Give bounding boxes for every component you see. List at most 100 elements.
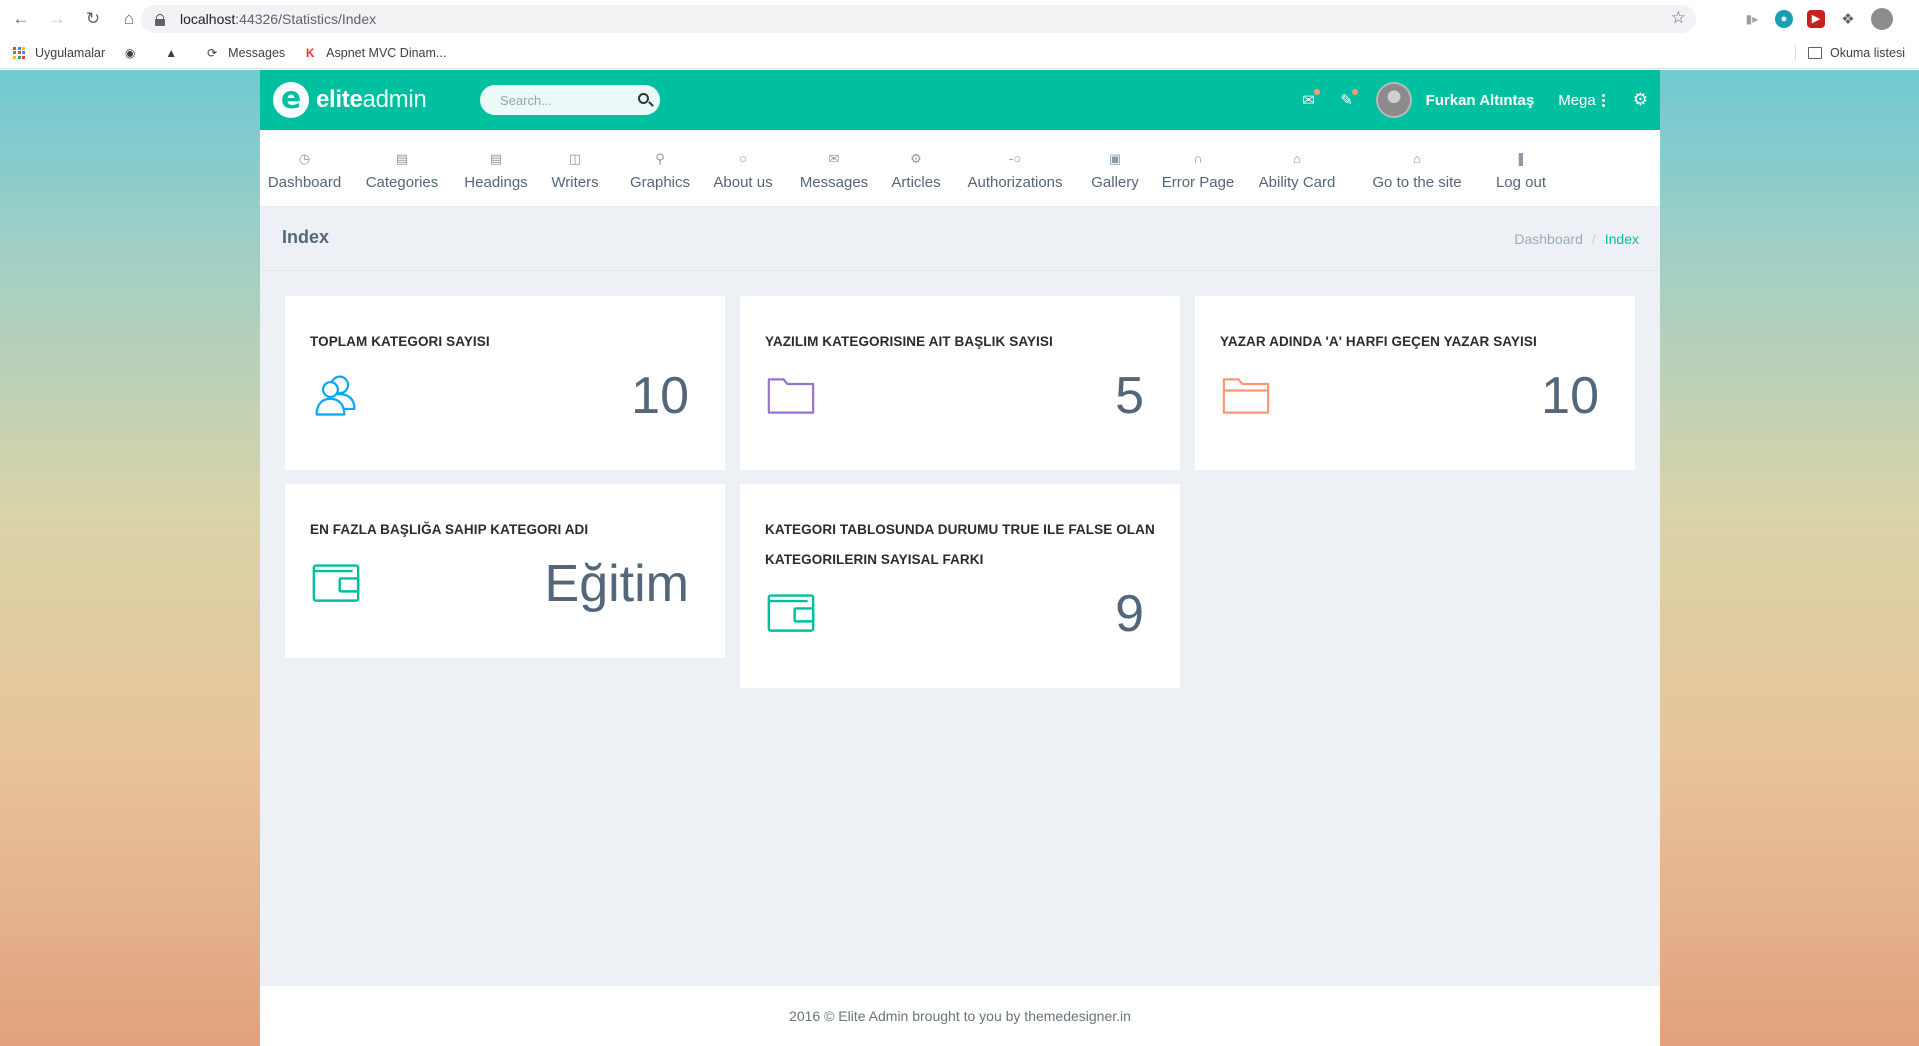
reading-list-icon <box>1807 47 1822 59</box>
top-navbar: e eliteadmin Search... ✉ ✎ Furkan Altınt… <box>260 70 1660 130</box>
logo-text: eliteadmin <box>316 86 427 114</box>
wallet-icon <box>312 564 360 602</box>
breadcrumb-separator: / <box>1591 231 1596 247</box>
logo-text-light: admin <box>362 86 427 113</box>
notification-dot <box>1313 89 1320 95</box>
menu-label: Log out <box>1495 174 1547 191</box>
forward-arrow-icon[interactable]: → <box>42 4 72 34</box>
menu-label: Graphics <box>629 174 691 191</box>
bookmark-label: Uygulamalar <box>35 45 106 60</box>
menu-item-go-to-site[interactable]: ⌂ Go to the site <box>1357 130 1477 207</box>
bookmark-star-icon[interactable]: ☆ <box>1671 8 1686 28</box>
avatar[interactable] <box>1375 82 1412 118</box>
headset-icon: ∩ <box>1193 151 1203 166</box>
menu-item-error-page[interactable]: ∩ Error Page <box>1159 130 1237 207</box>
menu-label: Writers <box>551 174 599 191</box>
menu-label: Messages <box>799 174 869 191</box>
stat-card-writers-with-a: YAZAR ADINDA 'A' HARFI GEÇEN YAZAR SAYIS… <box>1195 296 1635 470</box>
menu-item-categories[interactable]: ▤ Categories <box>356 130 448 207</box>
extension-teal-icon[interactable]: ● <box>1775 9 1793 28</box>
back-arrow-icon[interactable]: ← <box>6 4 36 34</box>
clock-icon: ◷ <box>298 151 311 166</box>
logo-mark-icon: e <box>273 82 309 118</box>
home-icon[interactable]: ⌂ <box>114 4 144 34</box>
logout-icon: ❚ <box>1515 151 1527 166</box>
menu-item-gallery[interactable]: ▣ Gallery <box>1086 130 1144 207</box>
home-icon: ⌂ <box>1293 151 1301 166</box>
card-title: EN FAZLA BAŞLIĞA SAHIP KATEGORI ADI <box>310 522 589 537</box>
bookmark-label: Messages <box>228 45 286 60</box>
envelope-icon: ✉ <box>828 151 840 166</box>
topbar-right: ✉ ✎ Furkan Altıntaş Mega ⚙ <box>1300 70 1648 130</box>
extensions-area: ▮▸ ● ▶ ❖ <box>1743 0 1919 37</box>
menu-label: About us <box>713 174 773 191</box>
menu-item-authorizations[interactable]: -○ Authorizations <box>960 130 1070 207</box>
menu-item-messages[interactable]: ✉ Messages <box>796 130 872 207</box>
logo[interactable]: e eliteadmin <box>273 82 427 118</box>
bookmark-messages[interactable]: ⟳ Messages <box>205 46 285 60</box>
card-value: Eğitim <box>544 555 689 613</box>
map-pin-icon: ⚲ <box>655 151 665 166</box>
menu-item-log-out[interactable]: ❚ Log out <box>1491 130 1551 207</box>
bookmark-triangle[interactable]: ▲ <box>164 46 187 60</box>
folder-open-icon <box>1222 378 1270 414</box>
envelope-icon[interactable]: ✉ <box>1300 89 1320 109</box>
lock-icon <box>155 13 165 26</box>
logo-text-bold: elite <box>316 86 363 113</box>
book-icon: ◫ <box>568 151 582 166</box>
puzzle-icon[interactable]: ❖ <box>1839 10 1857 28</box>
more-vertical-icon[interactable] <box>1601 93 1605 107</box>
mega-menu-label[interactable]: Mega <box>1558 92 1596 109</box>
settings-gear-icon[interactable]: ⚙ <box>1633 90 1648 110</box>
bookmarks-bar: Uygulamalar ◉ ▲ ⟳ Messages K Aspnet MVC … <box>0 37 1919 69</box>
menu-item-graphics[interactable]: ⚲ Graphics <box>626 130 694 207</box>
reading-list-label: Okuma listesi <box>1829 46 1905 60</box>
camera-blocked-icon[interactable]: ▮▸ <box>1743 10 1761 28</box>
reading-list[interactable]: Okuma listesi <box>1795 37 1905 69</box>
card-title: YAZILIM KATEGORISINE AIT BAŞLIK SAYISI <box>765 334 1053 349</box>
breadcrumb-current: Index <box>1604 231 1639 247</box>
notification-dot <box>1351 89 1358 95</box>
search-placeholder: Search... <box>500 92 553 108</box>
bookmark-globe[interactable]: ◉ <box>123 46 146 60</box>
bulb-icon: ○ <box>739 151 747 166</box>
stat-card-top-category: EN FAZLA BAŞLIĞA SAHIP KATEGORI ADI Eğit… <box>285 484 725 658</box>
card-value: 10 <box>1541 367 1599 425</box>
profile-avatar-icon[interactable] <box>1871 7 1893 30</box>
stat-card-status-difference: KATEGORI TABLOSUNDA DURUMU TRUE ILE FALS… <box>740 484 1180 688</box>
search-icon[interactable] <box>638 93 649 104</box>
breadcrumb-dashboard[interactable]: Dashboard <box>1514 231 1583 247</box>
menu-label: Dashboard <box>267 174 342 191</box>
layout-icon: ▤ <box>489 151 503 166</box>
globe-icon: ◉ <box>124 45 136 60</box>
address-bar[interactable]: localhost:44326/Statistics/Index ☆ <box>141 5 1696 33</box>
menu-item-writers[interactable]: ◫ Writers <box>544 130 606 207</box>
footer-text: 2016 © Elite Admin brought to you by the… <box>789 1008 1131 1024</box>
user-name[interactable]: Furkan Altıntaş <box>1426 92 1535 109</box>
menu-label: Authorizations <box>967 174 1063 191</box>
menu-label: Go to the site <box>1372 174 1462 191</box>
footer: 2016 © Elite Admin brought to you by the… <box>260 985 1660 1046</box>
card-title: YAZAR ADINDA 'A' HARFI GEÇEN YAZAR SAYIS… <box>1220 334 1537 349</box>
menu-item-about-us[interactable]: ○ About us <box>705 130 781 207</box>
menu-item-headings[interactable]: ▤ Headings <box>460 130 532 207</box>
reload-icon[interactable]: ↻ <box>78 4 108 34</box>
edit-icon[interactable]: ✎ <box>1338 89 1358 109</box>
menu-label: Error Page <box>1161 174 1235 191</box>
card-title: TOPLAM KATEGORI SAYISI <box>310 334 490 349</box>
menu-label: Articles <box>891 174 941 191</box>
key-icon: -○ <box>1008 151 1022 166</box>
extension-red-icon[interactable]: ▶ <box>1807 9 1825 28</box>
url-path: :44326/Statistics/Index <box>235 11 377 27</box>
card-value: 9 <box>1115 585 1144 643</box>
menu-label: Categories <box>365 174 439 191</box>
bookmark-apps[interactable]: Uygulamalar <box>12 46 105 60</box>
menu-item-ability-card[interactable]: ⌂ Ability Card <box>1251 130 1343 207</box>
menu-label: Headings <box>464 174 528 191</box>
search-input[interactable]: Search... <box>480 85 660 115</box>
url-host: localhost <box>180 11 236 27</box>
gear-icon: ⚙ <box>910 151 922 166</box>
menu-item-articles[interactable]: ⚙ Articles <box>888 130 944 207</box>
bookmark-aspnet[interactable]: K Aspnet MVC Dinam... <box>303 46 447 60</box>
menu-item-dashboard[interactable]: ◷ Dashboard <box>268 130 341 207</box>
